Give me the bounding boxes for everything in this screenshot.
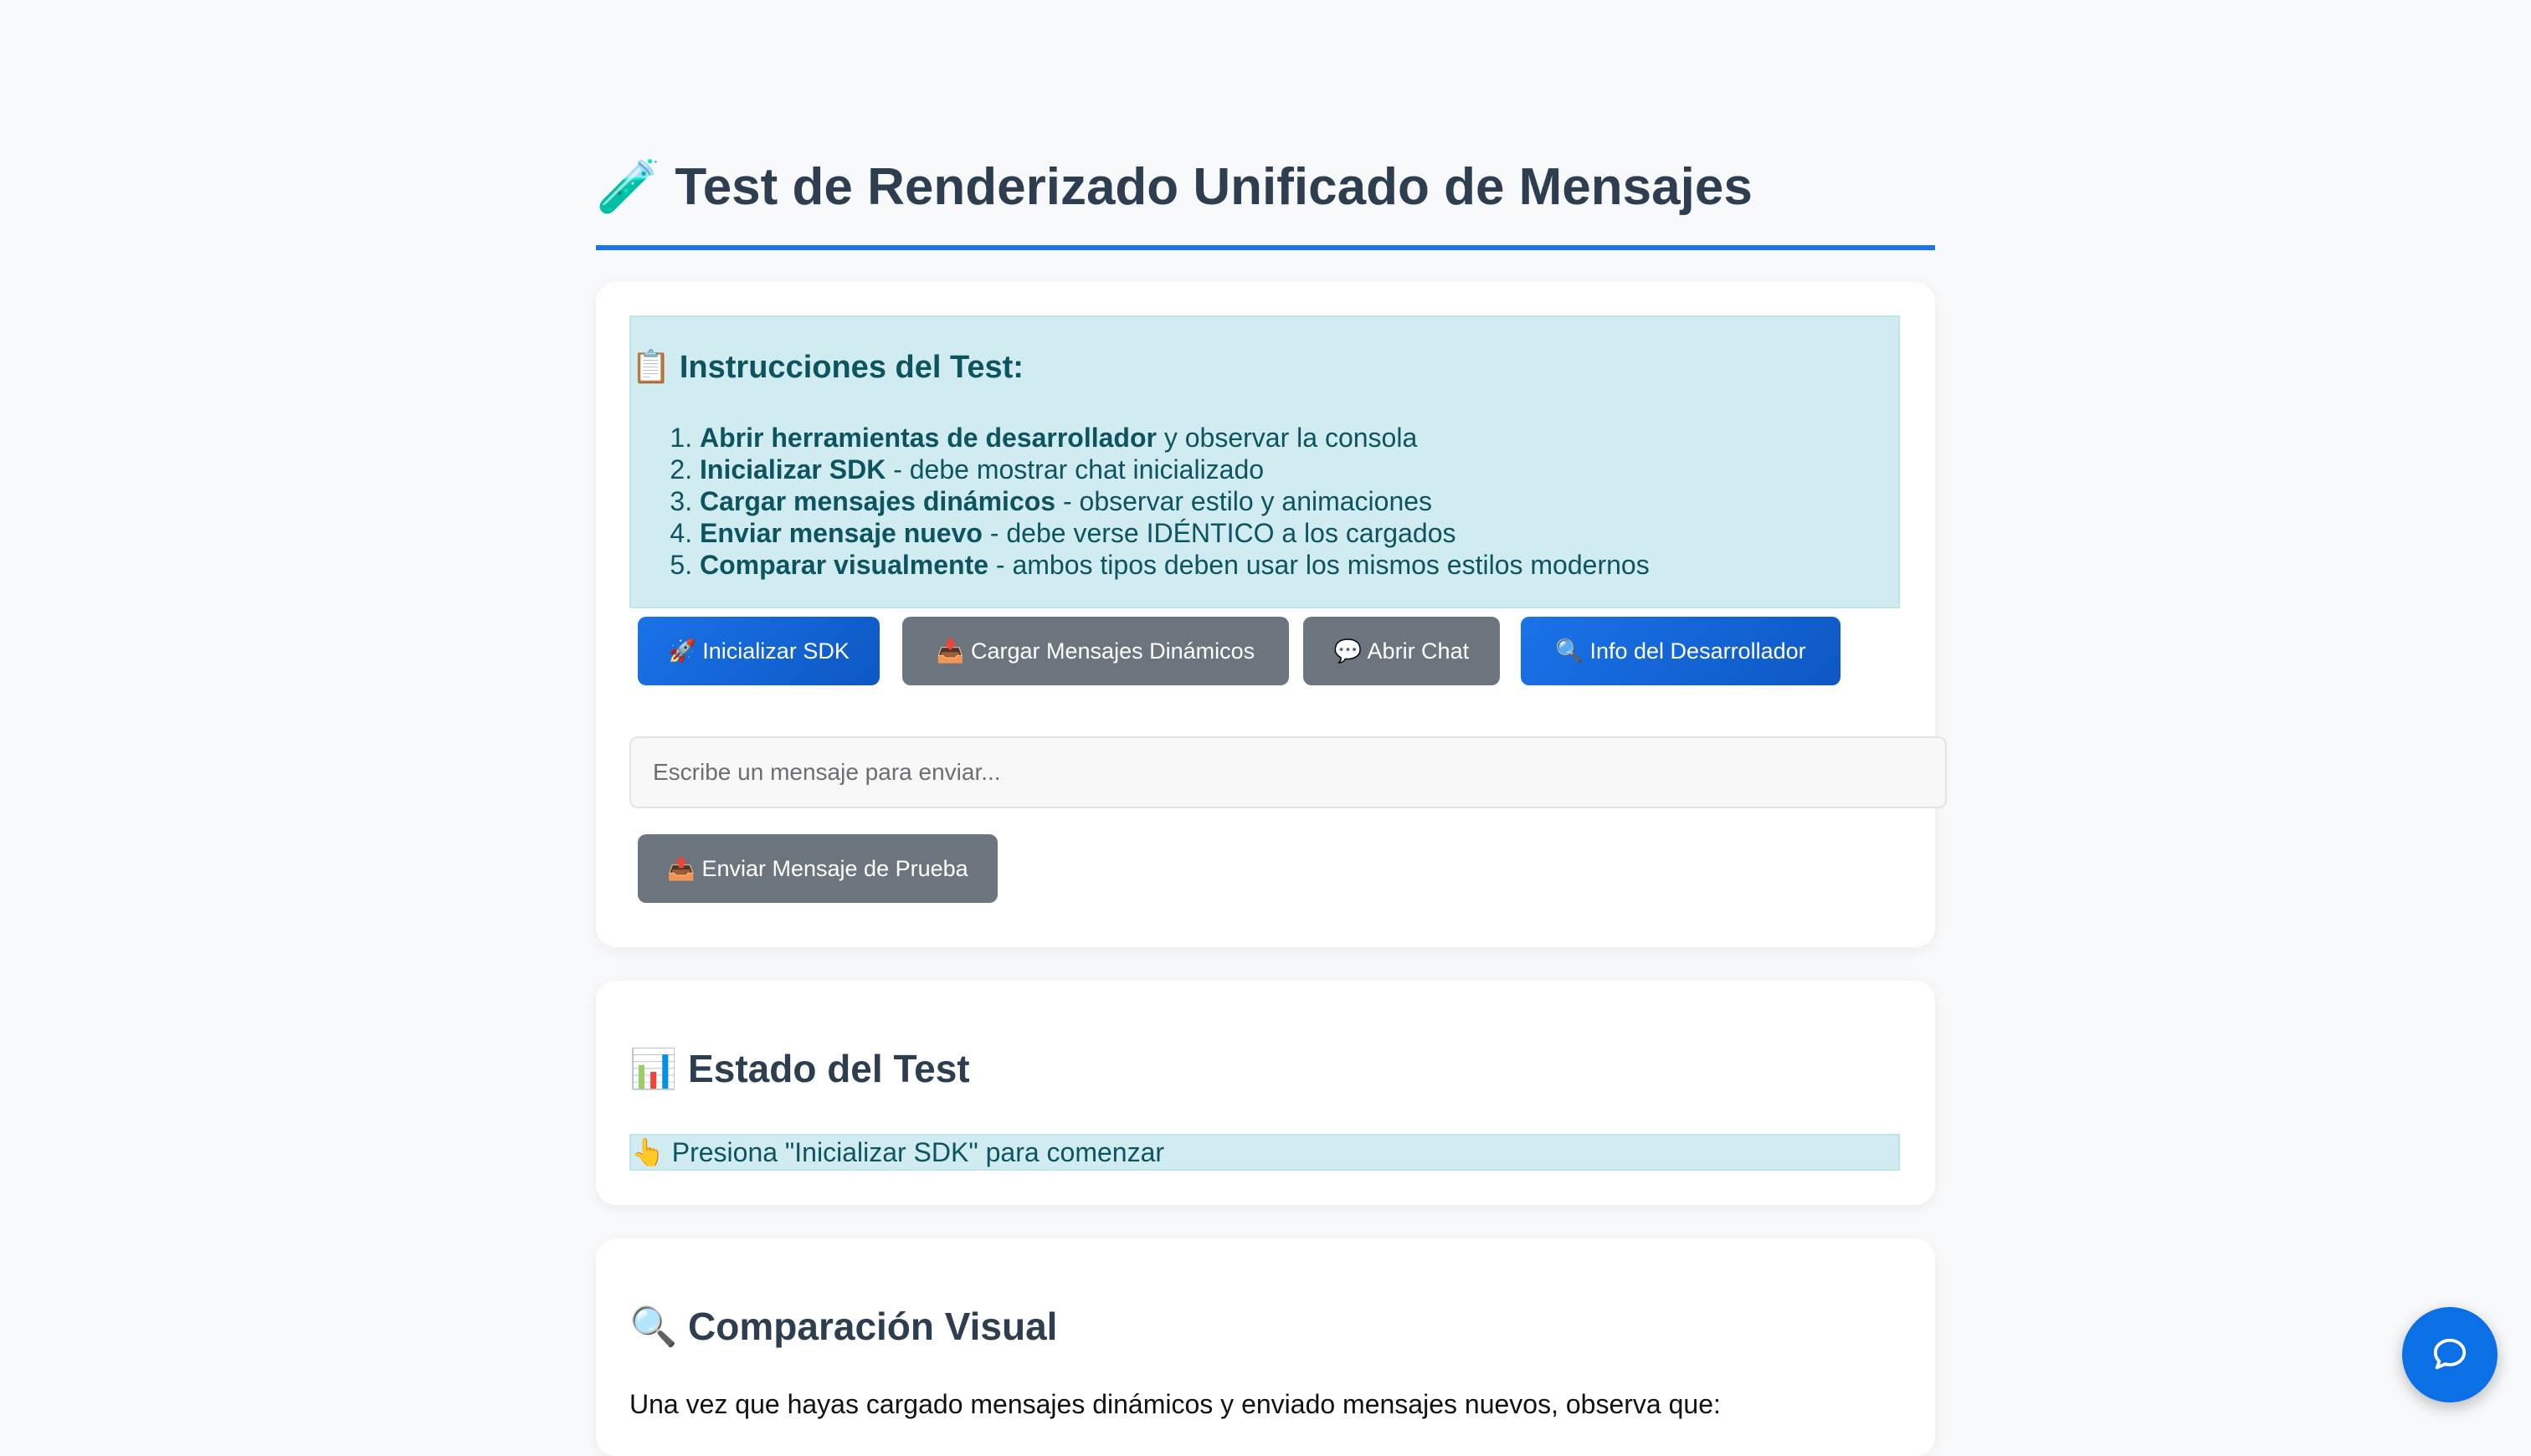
instruction-step: Enviar mensaje nuevo - debe verse IDÉNTI… — [700, 517, 1650, 549]
instruction-step: Inicializar SDK - debe mostrar chat inic… — [700, 454, 1650, 485]
instructions-box: 📋 Instrucciones del Test: Abrir herramie… — [629, 315, 1900, 608]
instruction-step: Comparar visualmente - ambos tipos deben… — [700, 549, 1650, 581]
chat-launcher-button[interactable] — [2402, 1307, 2498, 1402]
instruction-step: Cargar mensajes dinámicos - observar est… — [700, 485, 1650, 517]
open-chat-button[interactable]: 💬 Abrir Chat — [1303, 617, 1500, 685]
instructions-list: Abrir herramientas de desarrollador y ob… — [666, 422, 1650, 581]
status-heading: 📊 Estado del Test — [629, 1047, 970, 1090]
visual-comparison-card: 🔍 Comparación Visual Una vez que hayas c… — [596, 1238, 1935, 1456]
comparison-heading: 🔍 Comparación Visual — [629, 1305, 1058, 1348]
chat-bubble-icon — [2433, 1338, 2467, 1370]
comparison-intro: Una vez que hayas cargado mensajes dinám… — [629, 1389, 1721, 1419]
dev-info-button[interactable]: 🔍 Info del Desarrollador — [1521, 617, 1840, 685]
message-input[interactable]: Escribe un mensaje para enviar... — [629, 736, 1947, 808]
init-sdk-button[interactable]: 🚀 Inicializar SDK — [638, 617, 880, 685]
load-messages-button[interactable]: 📥 Cargar Mensajes Dinámicos — [902, 617, 1289, 685]
instruction-step: Abrir herramientas de desarrollador y ob… — [700, 422, 1650, 454]
status-message: 👆 Presiona "Inicializar SDK" para comenz… — [629, 1134, 1900, 1171]
test-status-card: 📊 Estado del Test 👆 Presiona "Inicializa… — [596, 981, 1935, 1205]
page-title: 🧪 Test de Renderizado Unificado de Mensa… — [596, 155, 1935, 250]
send-test-message-button[interactable]: 📤 Enviar Mensaje de Prueba — [638, 834, 998, 903]
instructions-heading: 📋 Instrucciones del Test: — [631, 350, 1024, 385]
test-controls-card: 📋 Instrucciones del Test: Abrir herramie… — [596, 282, 1947, 947]
